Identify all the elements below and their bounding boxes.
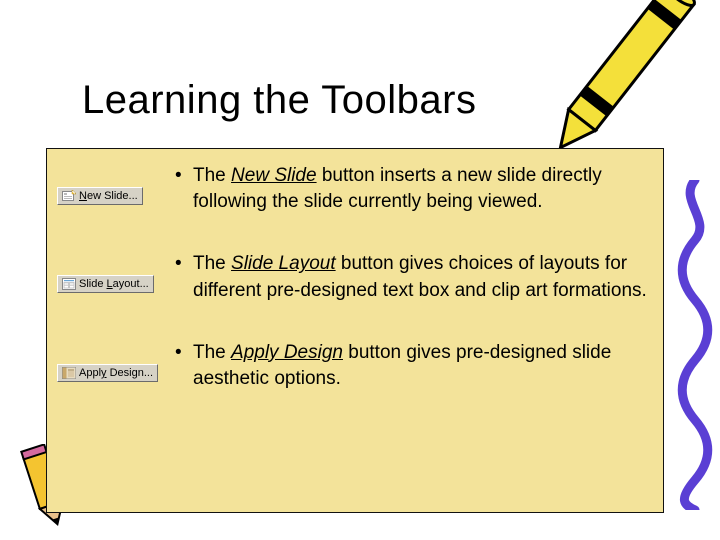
slide: Learning the Toolbars New Slide...	[0, 0, 720, 540]
button-image: Apply Design...	[57, 364, 167, 384]
apply-design-button: Apply Design...	[57, 364, 158, 382]
button-label: Apply Design...	[79, 367, 153, 379]
apply-design-icon	[62, 367, 76, 379]
term: Apply Design	[231, 342, 343, 363]
toolbar-item-slide-layout: Slide Layout... • The Slide Layout butto…	[57, 251, 653, 303]
squiggle-decoration	[676, 180, 714, 510]
button-label: Slide Layout...	[79, 278, 149, 290]
item-description: • The Apply Design button gives pre-desi…	[175, 340, 653, 392]
button-image: Slide Layout...	[57, 275, 167, 295]
item-description: • The Slide Layout button gives choices …	[175, 251, 653, 303]
item-description: • The New Slide button inserts a new sli…	[175, 163, 653, 215]
toolbar-item-new-slide: New Slide... • The New Slide button inse…	[57, 163, 653, 215]
button-image: New Slide...	[57, 187, 167, 207]
bullet-icon: •	[175, 340, 182, 366]
slide-layout-icon	[62, 278, 76, 290]
term: Slide Layout	[231, 253, 336, 274]
content-panel: New Slide... • The New Slide button inse…	[46, 148, 664, 513]
term: New Slide	[231, 165, 317, 186]
button-label: New Slide...	[79, 190, 138, 202]
slide-layout-button: Slide Layout...	[57, 275, 154, 293]
bullet-icon: •	[175, 251, 182, 277]
bullet-icon: •	[175, 163, 182, 189]
slide-title: Learning the Toolbars	[82, 78, 476, 123]
new-slide-icon	[62, 190, 76, 202]
toolbar-item-apply-design: Apply Design... • The Apply Design butto…	[57, 340, 653, 392]
new-slide-button: New Slide...	[57, 187, 143, 205]
